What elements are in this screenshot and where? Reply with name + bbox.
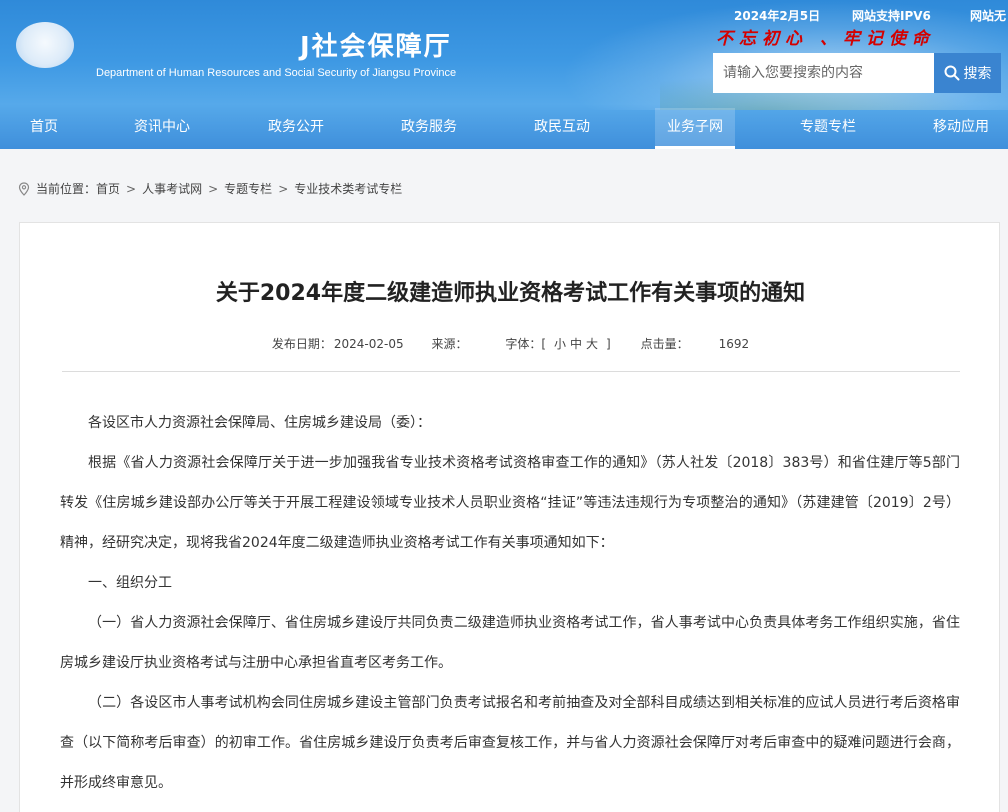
search-button-label: 搜索	[963, 66, 992, 82]
breadcrumb-prefix: 当前位置：	[36, 182, 97, 196]
nav-item-home[interactable]: 首页	[14, 108, 74, 149]
font-small-button[interactable]: 小	[554, 337, 566, 351]
nav-item-gov-services[interactable]: 政务服务	[389, 108, 469, 149]
slogan: 不忘初心 、牢记使命	[716, 29, 935, 49]
search-input[interactable]	[713, 53, 934, 93]
location-pin-icon	[18, 181, 30, 196]
font-size-label: 字体：[	[505, 337, 546, 351]
nav-item-interaction[interactable]: 政民互动	[522, 108, 602, 149]
breadcrumb-home[interactable]: 首页	[96, 180, 120, 197]
current-date: 2024年2月5日	[734, 9, 821, 23]
nav-item-special-topics[interactable]: 专题专栏	[788, 108, 868, 149]
publish-date: 2024-02-05	[333, 337, 404, 351]
article-card: 关于2024年度二级建造师执业资格考试工作有关事项的通知 发布日期： 2024-0…	[19, 222, 1000, 812]
hits-count: 1692	[718, 337, 750, 351]
nav-item-news[interactable]: 资讯中心	[122, 108, 202, 149]
source-label: 来源：	[431, 337, 468, 351]
hits-label: 点击量：	[640, 337, 689, 351]
font-medium-button[interactable]: 中	[570, 337, 582, 351]
body-paragraph: 根据《省人力资源社会保障厅关于进一步加强我省专业技术资格考试资格审查工作的通知》…	[60, 455, 960, 551]
nav-item-gov-affairs[interactable]: 政务公开	[256, 108, 336, 149]
site-name-cn[interactable]: J社会保障厅	[300, 26, 452, 63]
breadcrumb-exam-site[interactable]: 人事考试网	[142, 180, 202, 197]
nav-item-mobile-apps[interactable]: 移动应用	[921, 108, 1001, 149]
breadcrumb-separator: >	[278, 181, 289, 196]
search-icon	[944, 65, 959, 81]
accessibility-link[interactable]: 网站无	[970, 7, 1006, 24]
body-paragraph: （一）省人力资源社会保障厅、省住房城乡建设厅共同负责二级建造师执业资格考试工作，…	[60, 615, 960, 671]
section-heading: 一、组织分工	[88, 575, 172, 591]
search-button[interactable]: 搜索	[934, 53, 1001, 93]
salutation-paragraph: 各设区市人力资源社会保障局、住房城乡建设局（委）：	[88, 415, 431, 431]
breadcrumb-separator: >	[208, 181, 219, 196]
breadcrumb-separator: >	[126, 181, 137, 196]
site-name-en: Department of Human Resources and Social…	[96, 67, 457, 79]
nav-item-business-subnet[interactable]: 业务子网	[655, 108, 735, 149]
breadcrumb: 当前位置： 首页 > 人事考试网 > 专题专栏 > 专业技术类考试专栏	[18, 180, 402, 197]
article-title: 关于2024年度二级建造师执业资格考试工作有关事项的通知	[215, 281, 806, 306]
ipv6-notice: 网站支持IPV6	[852, 9, 931, 23]
article-body: 各设区市人力资源社会保障局、住房城乡建设局（委）： 根据《省人力资源社会保障厅关…	[60, 403, 960, 803]
breadcrumb-pro-exam-column[interactable]: 专业技术类考试专栏	[294, 180, 402, 197]
breadcrumb-special-topics[interactable]: 专题专栏	[224, 180, 272, 197]
main-nav: 首页 资讯中心 政务公开 政务服务 政民互动 业务子网 专题专栏 移动应用	[0, 108, 1008, 149]
body-paragraph: （二）各设区市人事考试机构会同住房城乡建设主管部门负责考试报名和考前抽查及对全部…	[60, 695, 960, 791]
article-meta: 发布日期： 2024-02-05 来源： 字体：[ 小中大] 点击量： 1692	[20, 335, 1001, 352]
site-header: J社会保障厅 Department of Human Resources and…	[0, 0, 1008, 149]
emblem-icon[interactable]	[16, 22, 74, 68]
font-large-button[interactable]: 大	[586, 337, 598, 351]
title-divider	[62, 371, 960, 372]
font-size-close: ]	[606, 337, 611, 351]
publish-date-label: 发布日期：	[271, 337, 332, 351]
